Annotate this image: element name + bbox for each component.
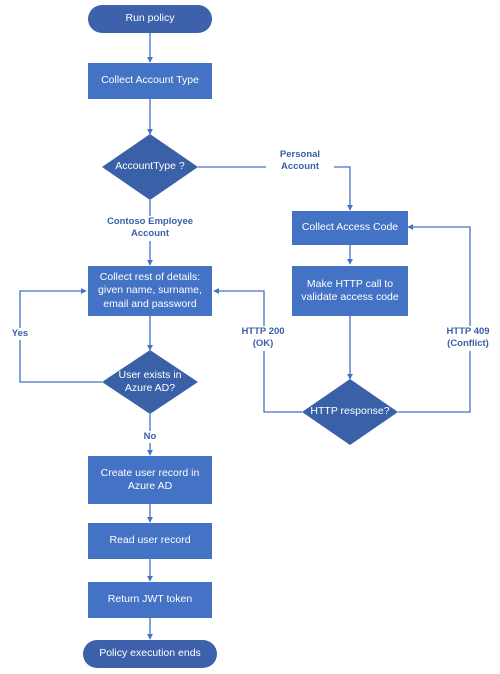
node-account-type-decision[interactable]: AccountType ? — [102, 134, 198, 200]
node-collect-rest-details[interactable]: Collect rest of details: given name, sur… — [88, 266, 212, 316]
node-user-exists-decision[interactable]: User exists in Azure AD? — [102, 350, 198, 414]
node-create-user-record[interactable]: Create user record in Azure AD — [88, 456, 212, 504]
edge-label-yes: Yes — [6, 328, 34, 341]
node-read-user-record-label: Read user record — [109, 534, 191, 547]
edge-http-response-409-to-collect-access-code — [398, 224, 471, 413]
node-create-user-record-label: Create user record in Azure AD — [100, 466, 200, 492]
edge-http-response-200-to-collect-rest-details — [213, 288, 302, 413]
node-account-type-label: AccountType ? — [115, 160, 185, 173]
node-policy-execution-ends[interactable]: Policy execution ends — [83, 640, 217, 668]
node-make-http-call-label: Make HTTP call to validate access code — [301, 277, 399, 303]
node-collect-access-code[interactable]: Collect Access Code — [292, 211, 408, 245]
node-http-response-decision[interactable]: HTTP response? — [302, 379, 398, 445]
edge-label-personal-account: Personal Account — [266, 149, 334, 174]
node-collect-account-type[interactable]: Collect Account Type — [88, 63, 212, 99]
edge-label-http-409-conflict: HTTP 409 (Conflict) — [437, 326, 499, 351]
node-collect-rest-details-label: Collect rest of details: given name, sur… — [98, 270, 202, 310]
node-return-jwt-token[interactable]: Return JWT token — [88, 582, 212, 618]
node-run-policy-label: Run policy — [125, 12, 175, 25]
flowchart-canvas: Run policy Collect Account Type AccountT… — [0, 0, 500, 674]
node-return-jwt-token-label: Return JWT token — [107, 593, 193, 606]
node-policy-execution-ends-label: Policy execution ends — [99, 647, 201, 660]
edge-label-contoso-employee-account: Contoso Employee Account — [92, 216, 208, 241]
edge-label-http-200-ok: HTTP 200 (OK) — [232, 326, 294, 351]
edge-label-no: No — [136, 431, 164, 444]
node-run-policy[interactable]: Run policy — [88, 5, 212, 33]
node-make-http-call[interactable]: Make HTTP call to validate access code — [292, 266, 408, 316]
node-collect-account-type-label: Collect Account Type — [101, 74, 199, 87]
node-user-exists-label: User exists in Azure AD? — [118, 368, 182, 394]
node-http-response-label: HTTP response? — [310, 405, 390, 418]
node-collect-access-code-label: Collect Access Code — [301, 221, 399, 234]
node-read-user-record[interactable]: Read user record — [88, 523, 212, 559]
